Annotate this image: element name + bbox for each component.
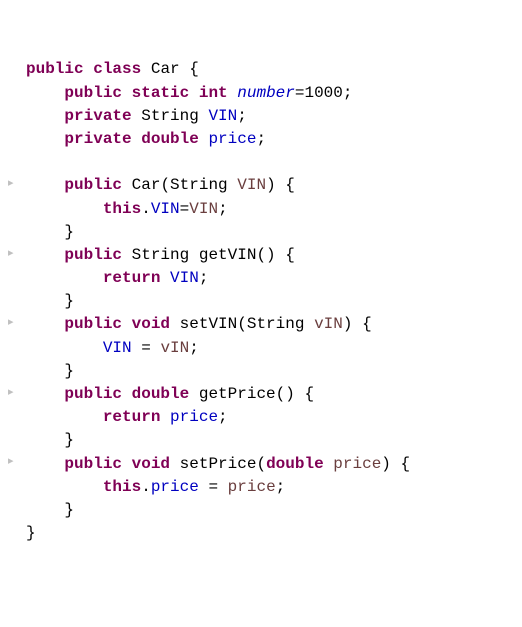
- fold-icon[interactable]: ▸: [8, 177, 26, 193]
- gutter: [8, 223, 26, 239]
- gutter: [8, 339, 26, 355]
- gutter: [8, 108, 26, 124]
- code-line: public class Car {: [8, 58, 514, 81]
- gutter: [8, 409, 26, 425]
- code-line: }: [8, 360, 514, 383]
- gutter: [8, 363, 26, 379]
- code-line: ▸ public void setVIN(String vIN) {: [8, 313, 514, 336]
- code-line: }: [8, 429, 514, 452]
- code-line: }: [8, 499, 514, 522]
- gutter: [8, 131, 26, 147]
- code-line: }: [8, 290, 514, 313]
- fold-icon[interactable]: ▸: [8, 386, 26, 402]
- code-line: ▸ public String getVIN() {: [8, 244, 514, 267]
- fold-icon[interactable]: ▸: [8, 316, 26, 332]
- code-line: return price;: [8, 406, 514, 429]
- code-line: private String VIN;: [8, 105, 514, 128]
- code-editor[interactable]: public class Car { public static int num…: [8, 58, 514, 545]
- fold-icon[interactable]: ▸: [8, 455, 26, 471]
- gutter: [8, 502, 26, 518]
- code-line: ▸ public Car(String VIN) {: [8, 174, 514, 197]
- gutter: [8, 200, 26, 216]
- code-line: ▸ public void setPrice(double price) {: [8, 453, 514, 476]
- code-line: this.VIN=VIN;: [8, 198, 514, 221]
- gutter: [8, 432, 26, 448]
- gutter: [8, 479, 26, 495]
- gutter: [8, 293, 26, 309]
- code-line: }: [8, 221, 514, 244]
- code-line: return VIN;: [8, 267, 514, 290]
- code-line: }: [8, 522, 514, 545]
- gutter: [8, 84, 26, 100]
- field: VIN: [208, 107, 237, 125]
- gutter: [8, 154, 26, 170]
- gutter: [8, 270, 26, 286]
- code-line: ▸ public double getPrice() {: [8, 383, 514, 406]
- code-line: private double price;: [8, 128, 514, 151]
- code-line: [8, 151, 514, 174]
- fold-icon[interactable]: ▸: [8, 247, 26, 263]
- static-field: number: [237, 84, 295, 102]
- code-line: VIN = vIN;: [8, 337, 514, 360]
- code-line: public static int number=1000;: [8, 82, 514, 105]
- gutter: [8, 525, 26, 541]
- field: price: [208, 130, 256, 148]
- gutter: [8, 61, 26, 77]
- code-line: this.price = price;: [8, 476, 514, 499]
